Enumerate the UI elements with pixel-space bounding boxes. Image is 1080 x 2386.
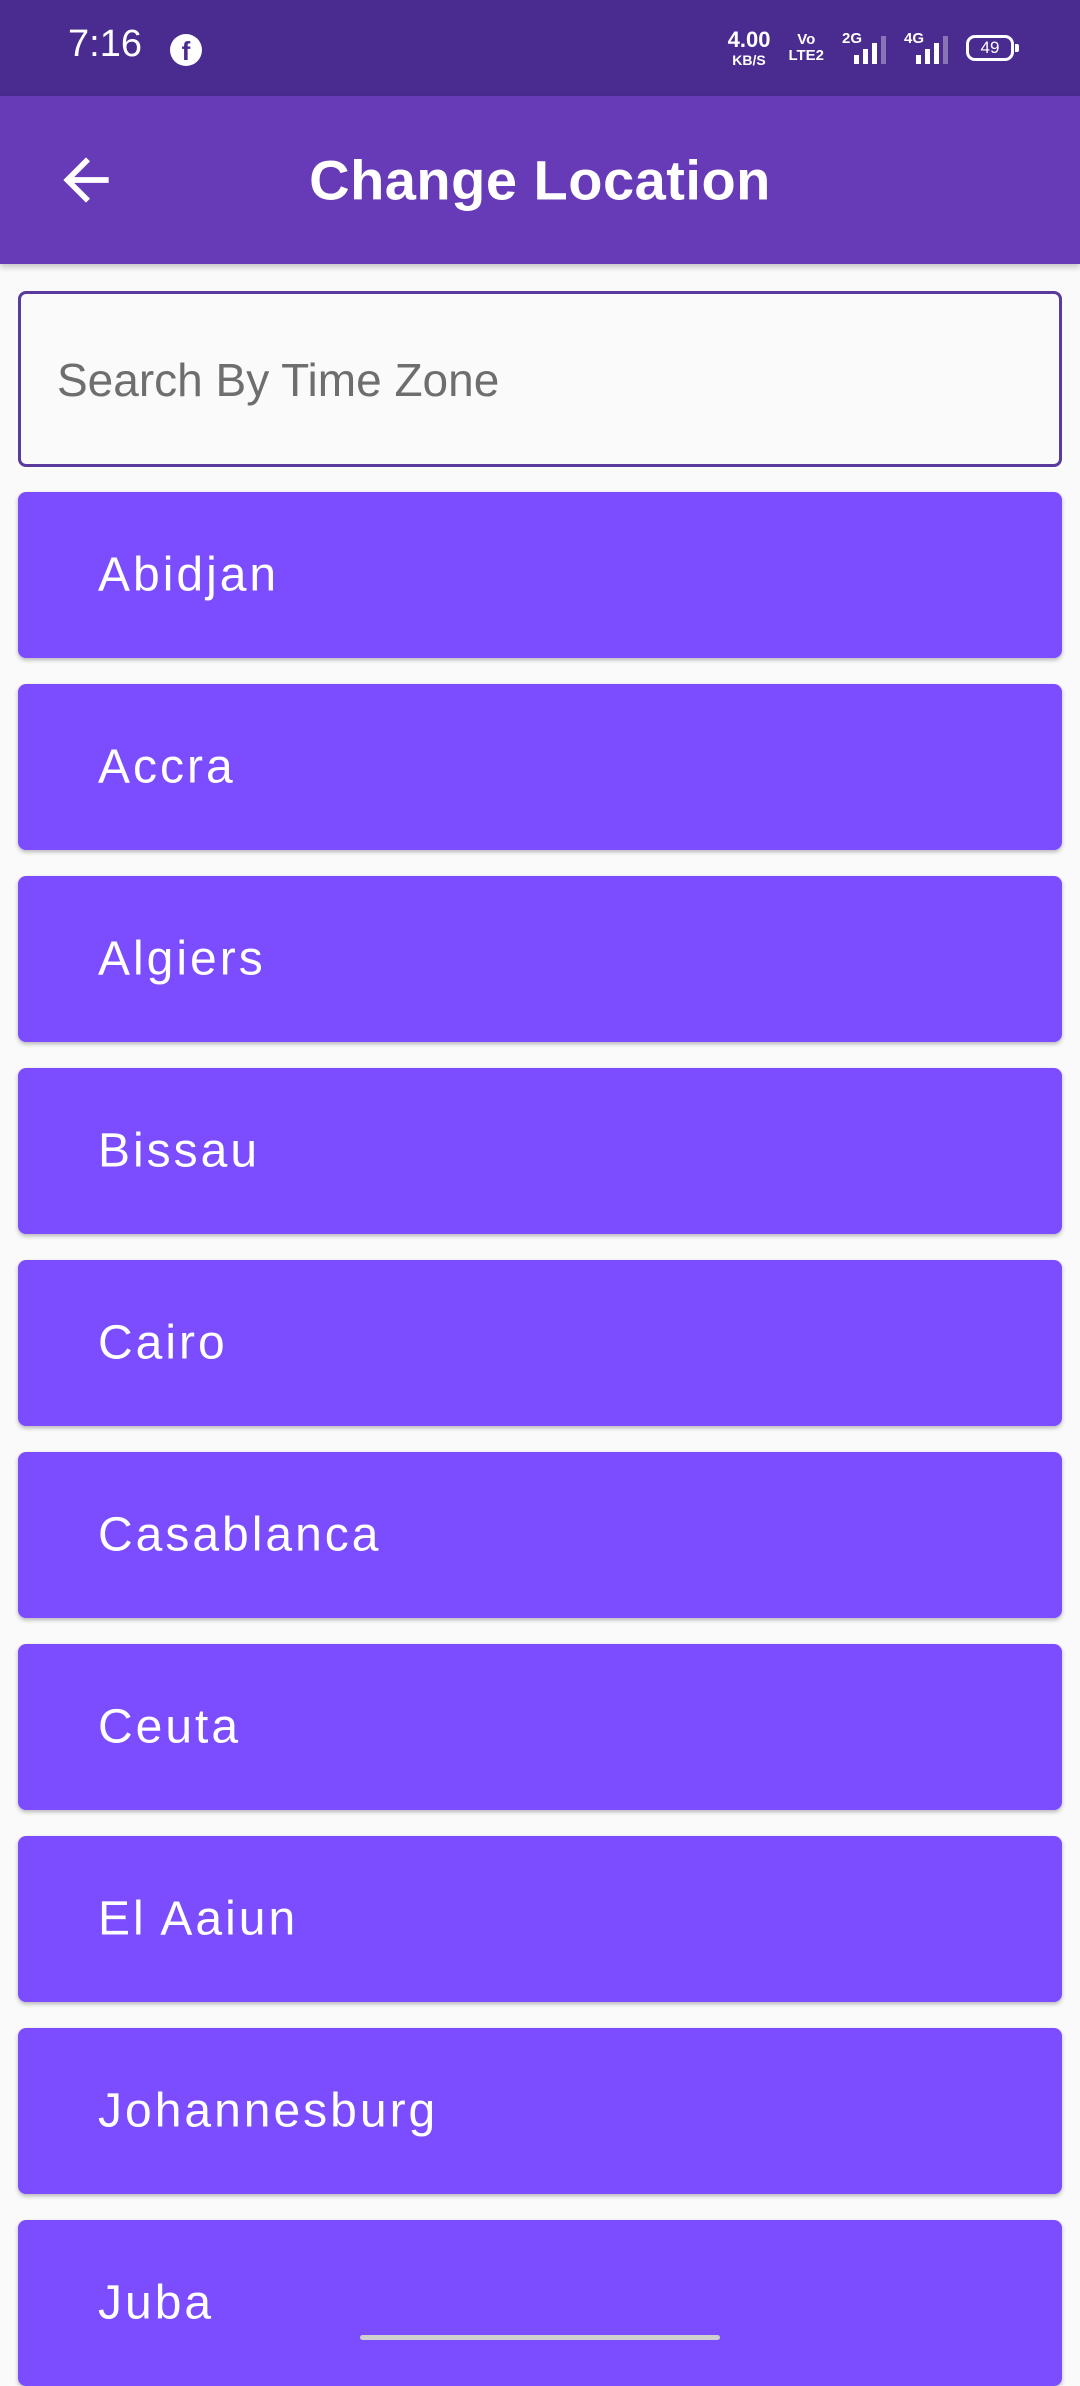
home-indicator	[360, 2335, 720, 2340]
network-speed-value: 4.00	[727, 27, 771, 52]
signal-bars	[916, 36, 948, 64]
location-label: Cairo	[98, 1316, 228, 1370]
sim2-signal-icon: 4G	[904, 30, 948, 66]
battery-level: 49	[980, 38, 1000, 57]
location-item-johannesburg[interactable]: Johannesburg	[18, 2028, 1062, 2194]
signal-bars	[854, 36, 886, 64]
location-label: Ceuta	[98, 1700, 242, 1754]
location-label: Johannesburg	[98, 2084, 439, 2138]
location-label: Juba	[98, 2276, 215, 2330]
search-field[interactable]	[18, 291, 1062, 467]
page-title: Change Location	[309, 148, 771, 212]
location-item-el-aaiun[interactable]: El Aaiun	[18, 1836, 1062, 2002]
volte-bottom-label: LTE2	[788, 47, 824, 64]
volte-top-label: Vo	[797, 31, 816, 49]
location-label: El Aaiun	[98, 1892, 299, 1946]
sim1-signal-icon: 2G	[842, 30, 886, 66]
location-item-casablanca[interactable]: Casablanca	[18, 1452, 1062, 1618]
location-label: Accra	[98, 740, 236, 794]
battery-icon: 49	[966, 35, 1019, 61]
location-item-juba[interactable]: Juba	[18, 2220, 1062, 2386]
location-item-cairo[interactable]: Cairo	[18, 1260, 1062, 1426]
location-item-bissau[interactable]: Bissau	[18, 1068, 1062, 1234]
location-item-algiers[interactable]: Algiers	[18, 876, 1062, 1042]
location-label: Bissau	[98, 1124, 261, 1178]
location-label: Abidjan	[98, 548, 280, 602]
search-input[interactable]	[55, 294, 1029, 466]
location-item-abidjan[interactable]: Abidjan	[18, 492, 1062, 658]
location-label: Algiers	[98, 932, 266, 986]
facebook-icon: f	[170, 34, 202, 66]
status-time: 7:16	[68, 23, 142, 65]
status-bar: 7:16 f 4.00 KB/S Vo LTE2 2G 4G 49	[0, 0, 1080, 96]
status-indicators: 4.00 KB/S Vo LTE2 2G 4G 49	[727, 26, 1019, 70]
network-speed-unit: KB/S	[732, 52, 766, 68]
app-bar: Change Location	[0, 96, 1080, 264]
location-label: Casablanca	[98, 1508, 382, 1562]
volte-icon: Vo LTE2	[788, 32, 824, 64]
network-speed: 4.00 KB/S	[727, 27, 771, 68]
location-item-accra[interactable]: Accra	[18, 684, 1062, 850]
location-item-ceuta[interactable]: Ceuta	[18, 1644, 1062, 1810]
